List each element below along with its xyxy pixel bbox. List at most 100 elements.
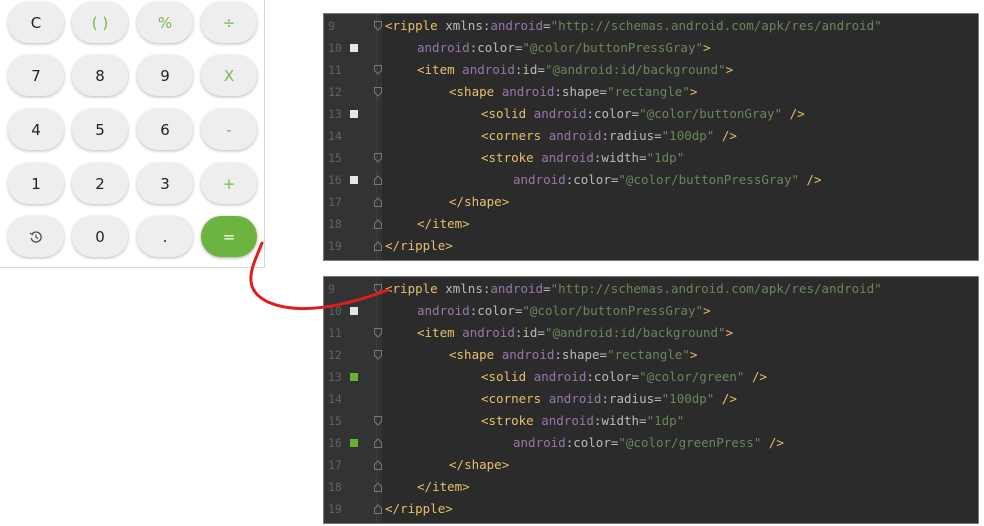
divide-button[interactable]: ÷	[201, 2, 257, 43]
code-line[interactable]: 9 <ripple xmlns:android="http://schemas.a…	[324, 278, 978, 300]
fold-open-icon[interactable]	[374, 416, 382, 426]
digit-2-button[interactable]: 2	[72, 163, 128, 204]
code-token: />	[751, 369, 768, 384]
code-token: android	[417, 40, 470, 55]
fold-close-icon[interactable]	[374, 438, 382, 448]
code-line[interactable]: 13 <solid android:color="@color/green" />	[324, 366, 978, 388]
code-line[interactable]: 15 <stroke android:width="1dp"	[324, 410, 978, 432]
fold-open-icon[interactable]	[374, 87, 382, 97]
code-line[interactable]: 15 <stroke android:width="1dp"	[324, 147, 978, 169]
fold-close-icon[interactable]	[374, 482, 382, 492]
code-token: <	[417, 325, 425, 340]
code-line[interactable]: 11 <item android:id="@android:id/backgrou…	[324, 322, 978, 344]
code-token: >	[703, 303, 711, 318]
digit-3-button[interactable]: 3	[137, 163, 193, 204]
code-line[interactable]: 11 <item android:id="@android:id/backgrou…	[324, 59, 978, 81]
digit-7-button[interactable]: 7	[8, 55, 64, 96]
color-swatch-icon[interactable]	[350, 439, 358, 447]
color-swatch-icon[interactable]	[350, 307, 358, 315]
code-token: android	[417, 303, 470, 318]
code-token: "@android:id/background"	[544, 325, 726, 340]
fold-open-icon[interactable]	[374, 153, 382, 163]
digit-6-button[interactable]: 6	[137, 109, 193, 150]
minus-button[interactable]: -	[201, 109, 257, 150]
fold-close-icon[interactable]	[374, 175, 382, 185]
code-token: >	[462, 479, 470, 494]
line-number: 10	[328, 304, 342, 318]
line-number: 17	[328, 195, 342, 209]
code-token: stroke	[488, 413, 534, 428]
code-token: "@color/buttonPressGray"	[522, 303, 703, 318]
code-token: :radius=	[601, 128, 662, 143]
digit-8-button[interactable]: 8	[72, 55, 128, 96]
code-token: :color=	[565, 435, 619, 450]
code-text: android:color="@color/buttonPressGray" /…	[513, 169, 822, 191]
digit-5-button[interactable]: 5	[72, 109, 128, 150]
key-label: 5	[95, 120, 105, 139]
code-text: </shape>	[449, 454, 509, 476]
digit-1-button[interactable]: 1	[8, 163, 64, 204]
code-text: </ripple>	[385, 235, 453, 257]
fold-open-icon[interactable]	[374, 284, 382, 294]
history-button[interactable]	[8, 216, 64, 257]
code-line[interactable]: 18 </item>	[324, 476, 978, 498]
code-line[interactable]: 17 </shape>	[324, 191, 978, 213]
color-swatch-icon[interactable]	[350, 44, 358, 52]
code-token: </	[449, 457, 465, 472]
fold-open-icon[interactable]	[374, 65, 382, 75]
code-token: corners	[488, 391, 542, 406]
plus-button[interactable]: +	[201, 163, 257, 204]
line-number: 15	[328, 414, 342, 428]
code-token: android	[541, 150, 594, 165]
code-token: </	[385, 501, 401, 516]
code-line[interactable]: 14 <corners android:radius="100dp" />	[324, 388, 978, 410]
digit-9-button[interactable]: 9	[137, 55, 193, 96]
digit-0-button[interactable]: 0	[72, 216, 128, 257]
code-line[interactable]: 16 android:color="@color/buttonPressGray"…	[324, 169, 978, 191]
code-token: "http://schemas.android.com/apk/res/andr…	[550, 281, 882, 296]
code-token: <	[481, 369, 489, 384]
code-line[interactable]: 10 android:color="@color/buttonPressGray"…	[324, 37, 978, 59]
fold-open-icon[interactable]	[374, 328, 382, 338]
clear-button[interactable]: C	[8, 2, 64, 43]
color-swatch-icon[interactable]	[350, 373, 358, 381]
code-line[interactable]: 12 <shape android:shape="rectangle">	[324, 81, 978, 103]
fold-close-icon[interactable]	[374, 504, 382, 514]
fold-close-icon[interactable]	[374, 219, 382, 229]
line-number: 16	[328, 436, 342, 450]
code-line[interactable]: 17 </shape>	[324, 454, 978, 476]
code-line[interactable]: 19 </ripple>	[324, 498, 978, 520]
code-line[interactable]: 18 </item>	[324, 213, 978, 235]
code-line[interactable]: 9 <ripple xmlns:android="http://schemas.a…	[324, 15, 978, 37]
code-token: xmlns:	[437, 18, 491, 33]
digit-4-button[interactable]: 4	[8, 109, 64, 150]
code-line[interactable]: 13 <solid android:color="@color/buttonGra…	[324, 103, 978, 125]
fold-close-icon[interactable]	[374, 197, 382, 207]
multiply-button[interactable]: X	[201, 55, 257, 96]
line-number: 10	[328, 41, 342, 55]
code-line[interactable]: 10 android:color="@color/buttonPressGray"…	[324, 300, 978, 322]
equals-button[interactable]: =	[201, 216, 257, 257]
fold-open-icon[interactable]	[374, 21, 382, 31]
key-label: ÷	[222, 13, 236, 32]
fold-close-icon[interactable]	[374, 460, 382, 470]
parentheses-button[interactable]: ( )	[72, 2, 128, 43]
code-line[interactable]: 12 <shape android:shape="rectangle">	[324, 344, 978, 366]
code-token: corners	[488, 128, 542, 143]
code-line[interactable]: 19 </ripple>	[324, 235, 978, 257]
fold-close-icon[interactable]	[374, 241, 382, 251]
code-line[interactable]: 14 <corners android:radius="100dp" />	[324, 125, 978, 147]
color-swatch-icon[interactable]	[350, 176, 358, 184]
code-token: item	[432, 216, 463, 231]
percent-button[interactable]: %	[137, 2, 193, 43]
decimal-button[interactable]: .	[137, 216, 193, 257]
code-token: "100dp"	[661, 391, 715, 406]
color-swatch-icon[interactable]	[350, 110, 358, 118]
code-line[interactable]: 16 android:color="@color/greenPress" />	[324, 432, 978, 454]
fold-open-icon[interactable]	[374, 350, 382, 360]
